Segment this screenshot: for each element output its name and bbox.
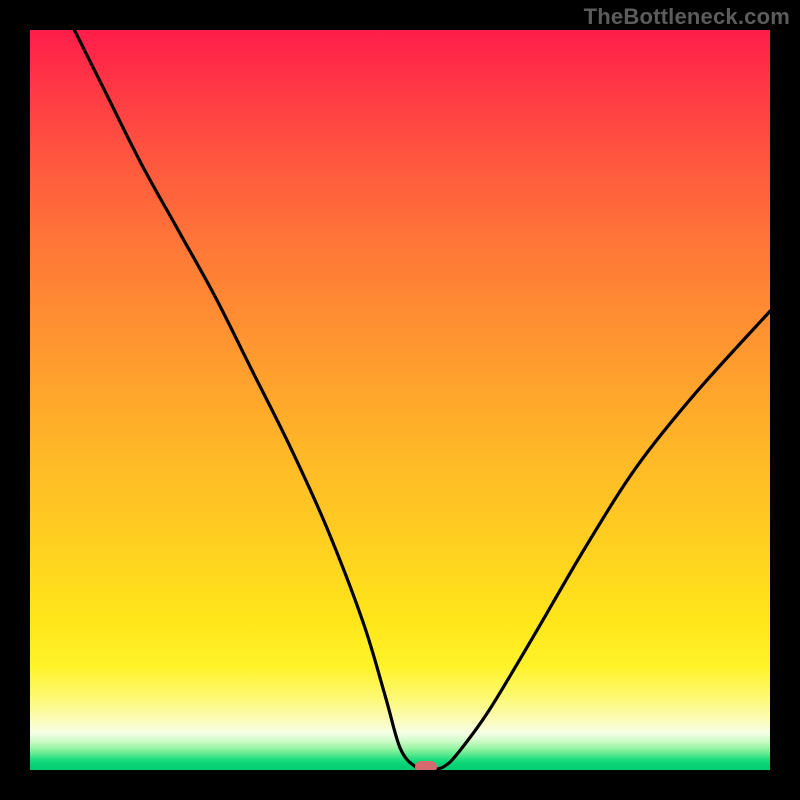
bottleneck-curve: [30, 30, 770, 770]
chart-stage: TheBottleneck.com: [0, 0, 800, 800]
plot-area: [30, 30, 770, 770]
watermark-text: TheBottleneck.com: [584, 4, 790, 30]
minimum-marker: [415, 761, 437, 770]
